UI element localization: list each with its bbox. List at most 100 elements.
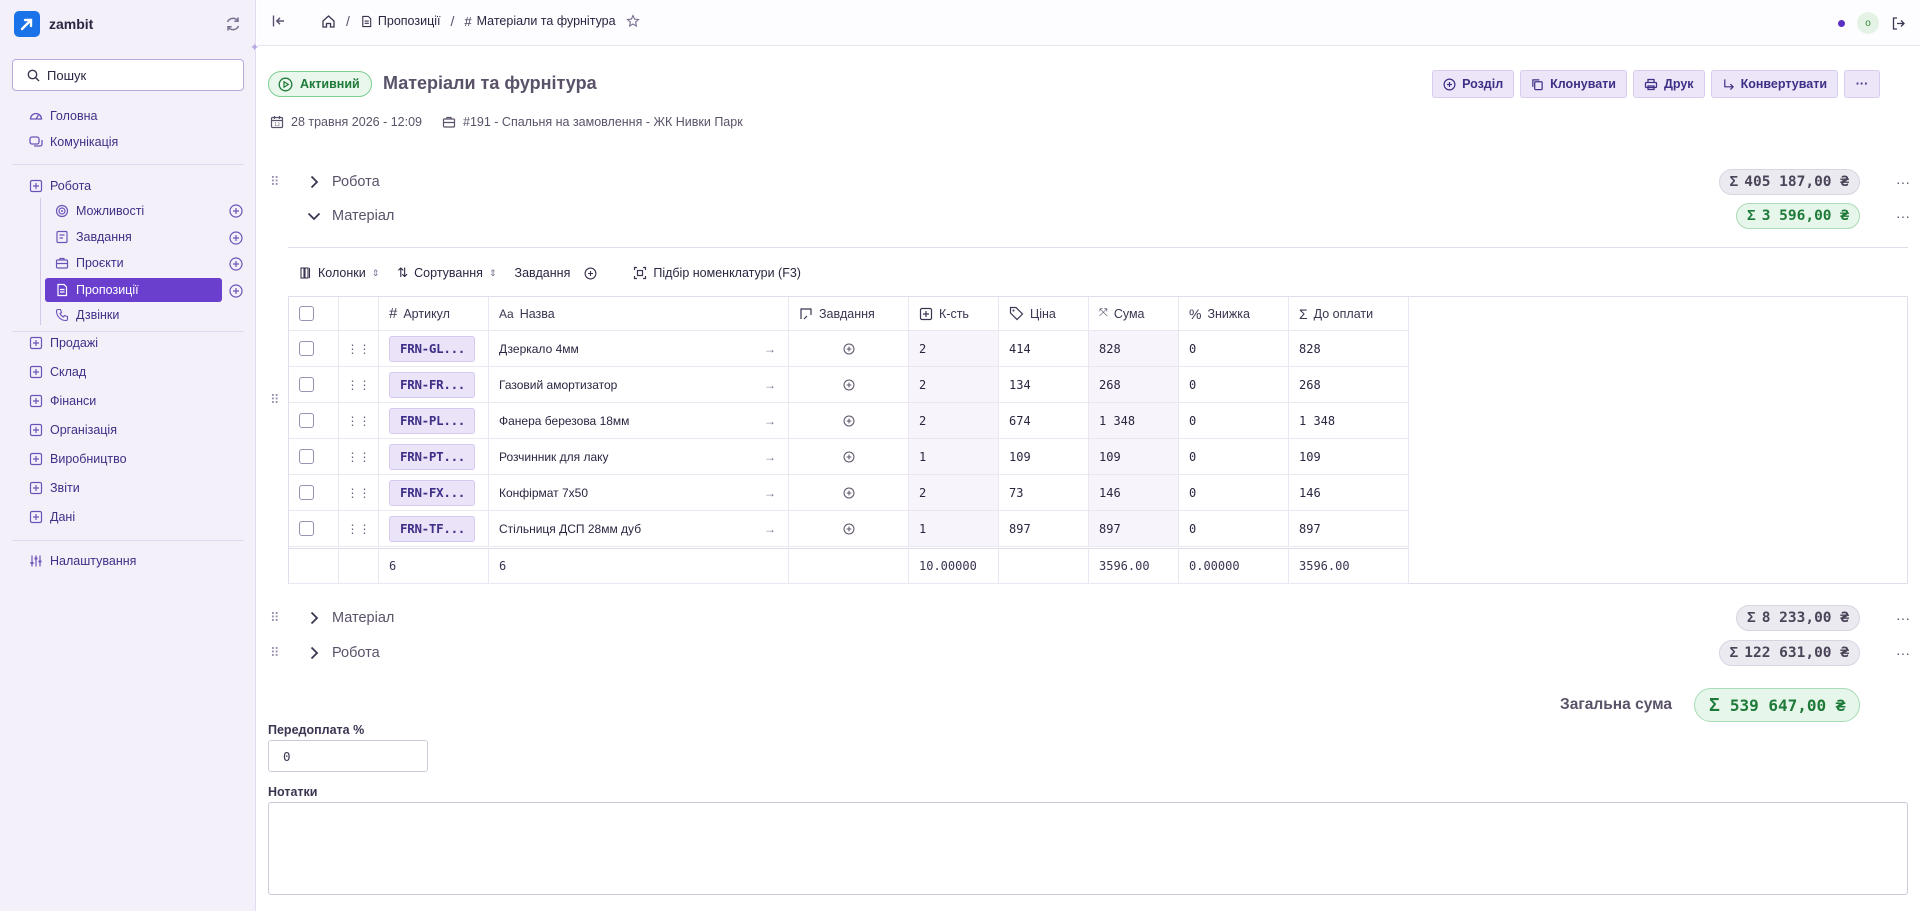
section-more-icon[interactable]: ··· [1896,645,1910,661]
section-more-icon[interactable]: ··· [1896,208,1910,224]
add-task-icon[interactable] [843,379,855,391]
drag-handle-icon[interactable]: ⋮⋮ [347,342,371,356]
price-cell[interactable]: 414 [999,331,1089,366]
sidebar-item-data[interactable]: Дані [29,505,75,529]
drag-handle-icon[interactable]: ⋮⋮ [347,450,371,464]
project-link[interactable]: #191 - Спальня на замовлення - ЖК Нивки … [442,115,743,129]
sku-chip[interactable]: FRN-TF... [389,515,475,542]
column-header-task[interactable]: Завдання [789,297,909,330]
avatar[interactable]: о [1857,12,1879,34]
sidebar-item-organization[interactable]: Організація [29,418,117,442]
sort-button[interactable]: ⇅ Сортування ⇕ [397,265,496,281]
price-cell[interactable]: 897 [999,511,1089,546]
row-checkbox[interactable] [299,377,314,392]
column-header-qty[interactable]: К-сть [909,297,999,330]
section-more-icon[interactable]: ··· [1896,174,1910,190]
drag-handle-icon[interactable]: ⠿ [270,610,280,626]
column-header-sum[interactable]: ⤧ Сума [1089,297,1179,330]
column-header-sku[interactable]: # Артикул [379,297,489,330]
notes-textarea[interactable] [268,802,1908,895]
item-name[interactable]: Конфірмат 7x50 [499,486,588,500]
item-name[interactable]: Дзеркало 4мм [499,342,579,356]
sidebar-item-tasks[interactable]: Завдання [55,225,132,249]
columns-button[interactable]: Колонки ⇕ [300,266,379,280]
item-name[interactable]: Фанера березова 18мм [499,414,629,428]
sidebar-item-home[interactable]: Головна [29,104,98,128]
drag-handle-icon[interactable]: ⋮⋮ [347,414,371,428]
qty-cell[interactable]: 2 [909,403,999,438]
discount-cell[interactable]: 0 [1179,331,1289,366]
add-task-icon[interactable] [843,415,855,427]
add-task-icon[interactable] [843,451,855,463]
row-checkbox[interactable] [299,341,314,356]
add-task-icon[interactable] [843,343,855,355]
sidebar-item-settings[interactable]: Налаштування [29,549,136,573]
drag-handle-icon[interactable]: ⋮⋮ [347,522,371,536]
sidebar-item-calls[interactable]: Дзвінки [55,303,119,327]
row-checkbox[interactable] [299,521,314,536]
section-title[interactable]: Робота [332,174,380,190]
qty-cell[interactable]: 1 [909,511,999,546]
price-cell[interactable]: 109 [999,439,1089,474]
column-header-total[interactable]: Σ До оплати [1289,297,1409,330]
sidebar-item-opportunities[interactable]: Можливості [55,199,144,223]
price-cell[interactable]: 134 [999,367,1089,402]
sidebar-item-production[interactable]: Виробництво [29,447,127,471]
section-title[interactable]: Матеріал [332,610,394,626]
print-button[interactable]: Друк [1632,70,1705,98]
section-more-icon[interactable]: ··· [1896,610,1910,626]
discount-cell[interactable]: 0 [1179,439,1289,474]
arrow-right-icon[interactable]: → [764,450,776,464]
table-row[interactable]: ⋮⋮ FRN-GL... Дзеркало 4мм → 2 414 828 0 8… [289,331,1409,367]
qty-cell[interactable]: 2 [909,475,999,510]
add-task-icon[interactable] [584,267,597,280]
home-icon[interactable] [321,14,336,29]
add-task-icon[interactable] [843,523,855,535]
search-box[interactable] [12,59,244,91]
item-name[interactable]: Розчинник для лаку [499,450,609,464]
sidebar-item-warehouse[interactable]: Склад [29,360,86,384]
drag-handle-icon[interactable]: ⠿ [270,392,280,408]
discount-cell[interactable]: 0 [1179,511,1289,546]
select-all-checkbox[interactable] [299,306,314,321]
arrow-right-icon[interactable]: → [764,378,776,392]
price-cell[interactable]: 73 [999,475,1089,510]
price-cell[interactable]: 674 [999,403,1089,438]
table-row[interactable]: ⋮⋮ FRN-FX... Конфірмат 7x50 → 2 73 146 0 … [289,475,1409,511]
prepayment-input[interactable]: 0 [268,740,428,772]
sku-chip[interactable]: FRN-GL... [389,335,475,362]
star-icon[interactable] [625,14,640,28]
sku-chip[interactable]: FRN-PL... [389,407,475,434]
add-proposal-icon[interactable] [229,284,243,298]
drag-handle-icon[interactable]: ⋮⋮ [347,378,371,392]
qty-cell[interactable]: 2 [909,367,999,402]
arrow-right-icon[interactable]: → [764,414,776,428]
sidebar-item-communication[interactable]: Комунікація [29,130,118,154]
sidebar-item-proposals[interactable]: Пропозиції [45,278,222,302]
status-badge[interactable]: Активний [268,71,372,97]
breadcrumb-proposals[interactable]: Пропозиції [360,14,440,28]
column-header-price[interactable]: Ціна [999,297,1089,330]
table-row[interactable]: ⋮⋮ FRN-PL... Фанера березова 18мм → 2 674… [289,403,1409,439]
more-actions-button[interactable]: ··· [1844,70,1880,98]
discount-cell[interactable]: 0 [1179,403,1289,438]
sidebar-item-reports[interactable]: Звіти [29,476,80,500]
section-title[interactable]: Робота [332,645,380,661]
notification-dot[interactable] [1838,19,1845,27]
sidebar-item-finance[interactable]: Фінанси [29,389,96,413]
section-title[interactable]: Матеріал [332,208,394,224]
drag-handle-icon[interactable]: ⋮⋮ [347,486,371,500]
sidebar-item-sales[interactable]: Продажі [29,331,98,355]
row-checkbox[interactable] [299,449,314,464]
sync-icon[interactable] [224,15,242,33]
arrow-right-icon[interactable]: → [764,342,776,356]
drag-handle-icon[interactable]: ⠿ [270,174,280,190]
add-opportunity-icon[interactable] [229,204,243,218]
sidebar-item-projects[interactable]: Проєкти [55,251,124,275]
qty-cell[interactable]: 1 [909,439,999,474]
row-checkbox[interactable] [299,485,314,500]
arrow-right-icon[interactable]: → [764,486,776,500]
add-project-icon[interactable] [229,257,243,271]
convert-button[interactable]: Конвертувати [1710,70,1838,98]
column-header-name[interactable]: Aa Назва [489,297,789,330]
